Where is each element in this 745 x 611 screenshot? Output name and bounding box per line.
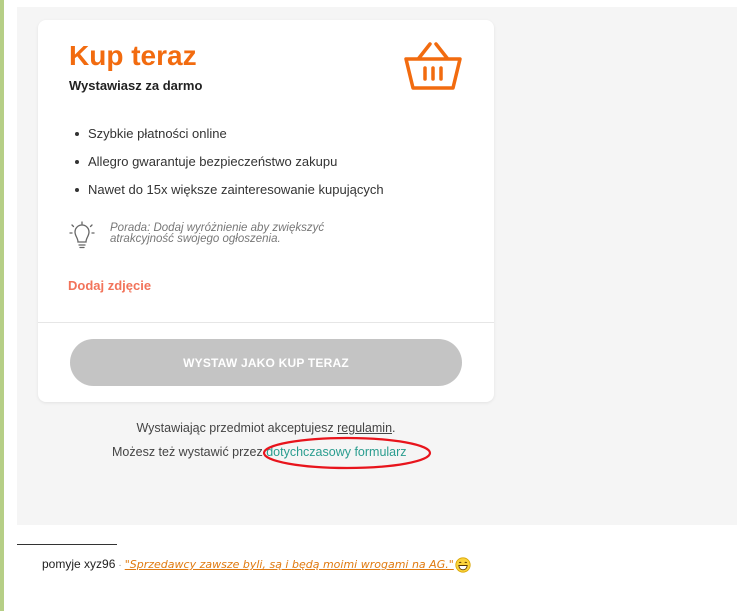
tip-text: Porada: Dodaj wyróżnienie aby zwiększyć … [110, 222, 325, 245]
alternative-form-notice: Możesz też wystawić przez dotychczasowy … [112, 445, 407, 459]
terms-text: Wystawiając przedmiot akceptujesz [136, 421, 338, 435]
forum-signature: pomyje xyz96 · "Sprzedawcy zawsze byli, są… [42, 557, 471, 573]
card-title: Kup teraz [69, 40, 197, 71]
legacy-form-link[interactable]: dotychczasowy formularz [266, 445, 406, 459]
card-divider [38, 322, 494, 323]
signature-separator: · [118, 560, 122, 572]
lightbulb-icon [69, 221, 95, 249]
add-photo-link[interactable]: Dodaj zdjęcie [68, 278, 151, 293]
terms-notice: Wystawiając przedmiot akceptujesz regula… [38, 421, 494, 435]
left-border [0, 0, 4, 611]
feature-item: Nawet do 15x większe zainteresowanie kup… [69, 180, 384, 208]
terms-suffix: . [392, 421, 396, 435]
signature-divider [17, 544, 117, 545]
terms-link[interactable]: regulamin [337, 421, 392, 435]
signature-quote[interactable]: "Sprzedawcy zawsze byli, są i będą moimi… [125, 558, 454, 571]
feature-item: Allegro gwarantuje bezpieczeństwo zakupu [69, 152, 384, 180]
alternative-form-text: Możesz też wystawić przez [112, 445, 267, 459]
feature-list: Szybkie płatności online Allegro gwarant… [69, 124, 384, 208]
grinning-emoji-icon [455, 557, 471, 573]
card-subtitle: Wystawiasz za darmo [69, 78, 203, 93]
feature-item: Szybkie płatności online [69, 124, 384, 152]
signature-user: pomyje xyz96 [42, 557, 116, 572]
list-as-buy-now-button[interactable]: WYSTAW JAKO KUP TERAZ [70, 339, 462, 386]
shopping-basket-icon [404, 42, 462, 90]
buy-now-card: Kup teraz Wystawiasz za darmo Szybkie pł… [38, 20, 494, 402]
